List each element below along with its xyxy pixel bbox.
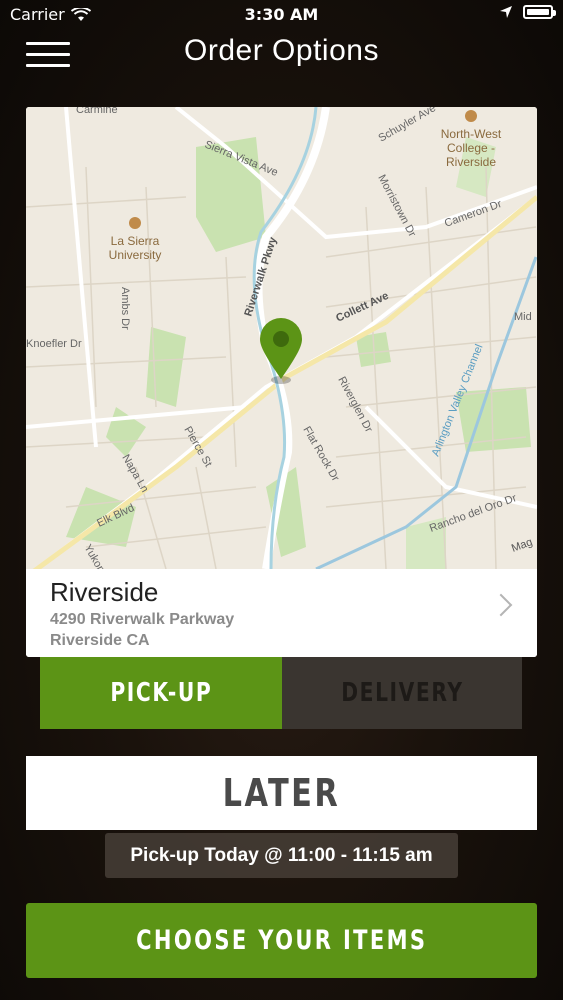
order-type-tabs: PICK-UP DELIVERY	[40, 657, 522, 729]
map-graphic: Carmine Sierra Vista Ave Schuyler Ave No…	[26, 107, 537, 580]
map-label: Knoefler Dr	[26, 338, 82, 350]
map-label: Mid	[514, 311, 532, 323]
tab-pickup[interactable]: PICK-UP	[40, 657, 282, 729]
status-bar: Carrier 3:30 AM	[0, 0, 563, 30]
map-label: Riverside	[446, 155, 496, 169]
location-address-line1: 4290 Riverwalk Parkway	[50, 611, 235, 628]
later-button[interactable]: LATER	[26, 756, 537, 830]
location-name: Riverside	[50, 577, 159, 607]
location-card: Carmine Sierra Vista Ave Schuyler Ave No…	[26, 107, 537, 657]
page-title: Order Options	[184, 34, 379, 67]
location-address-line2: Riverside CA	[50, 632, 150, 649]
location-info[interactable]: Riverside 4290 Riverwalk Parkway Riversi…	[26, 569, 537, 657]
map-view[interactable]: Carmine Sierra Vista Ave Schuyler Ave No…	[26, 107, 537, 580]
map-label: Ambs Dr	[119, 287, 131, 330]
choose-items-button[interactable]: CHOOSE YOUR ITEMS	[26, 903, 537, 978]
map-label: College -	[447, 141, 495, 155]
header: Order Options	[0, 28, 563, 80]
tab-delivery[interactable]: DELIVERY	[282, 657, 522, 729]
chevron-right-icon[interactable]	[489, 593, 513, 617]
pickup-time-label: Pick-up Today @ 11:00 - 11:15 am	[105, 833, 458, 878]
map-label: University	[109, 248, 162, 262]
battery-icon	[523, 5, 556, 19]
map-label: Carmine	[76, 107, 118, 116]
status-right	[499, 5, 556, 19]
status-time: 3:30 AM	[244, 5, 319, 24]
map-label: North-West	[441, 127, 502, 141]
map-label: La Sierra	[111, 234, 160, 248]
location-arrow-icon	[500, 6, 512, 18]
